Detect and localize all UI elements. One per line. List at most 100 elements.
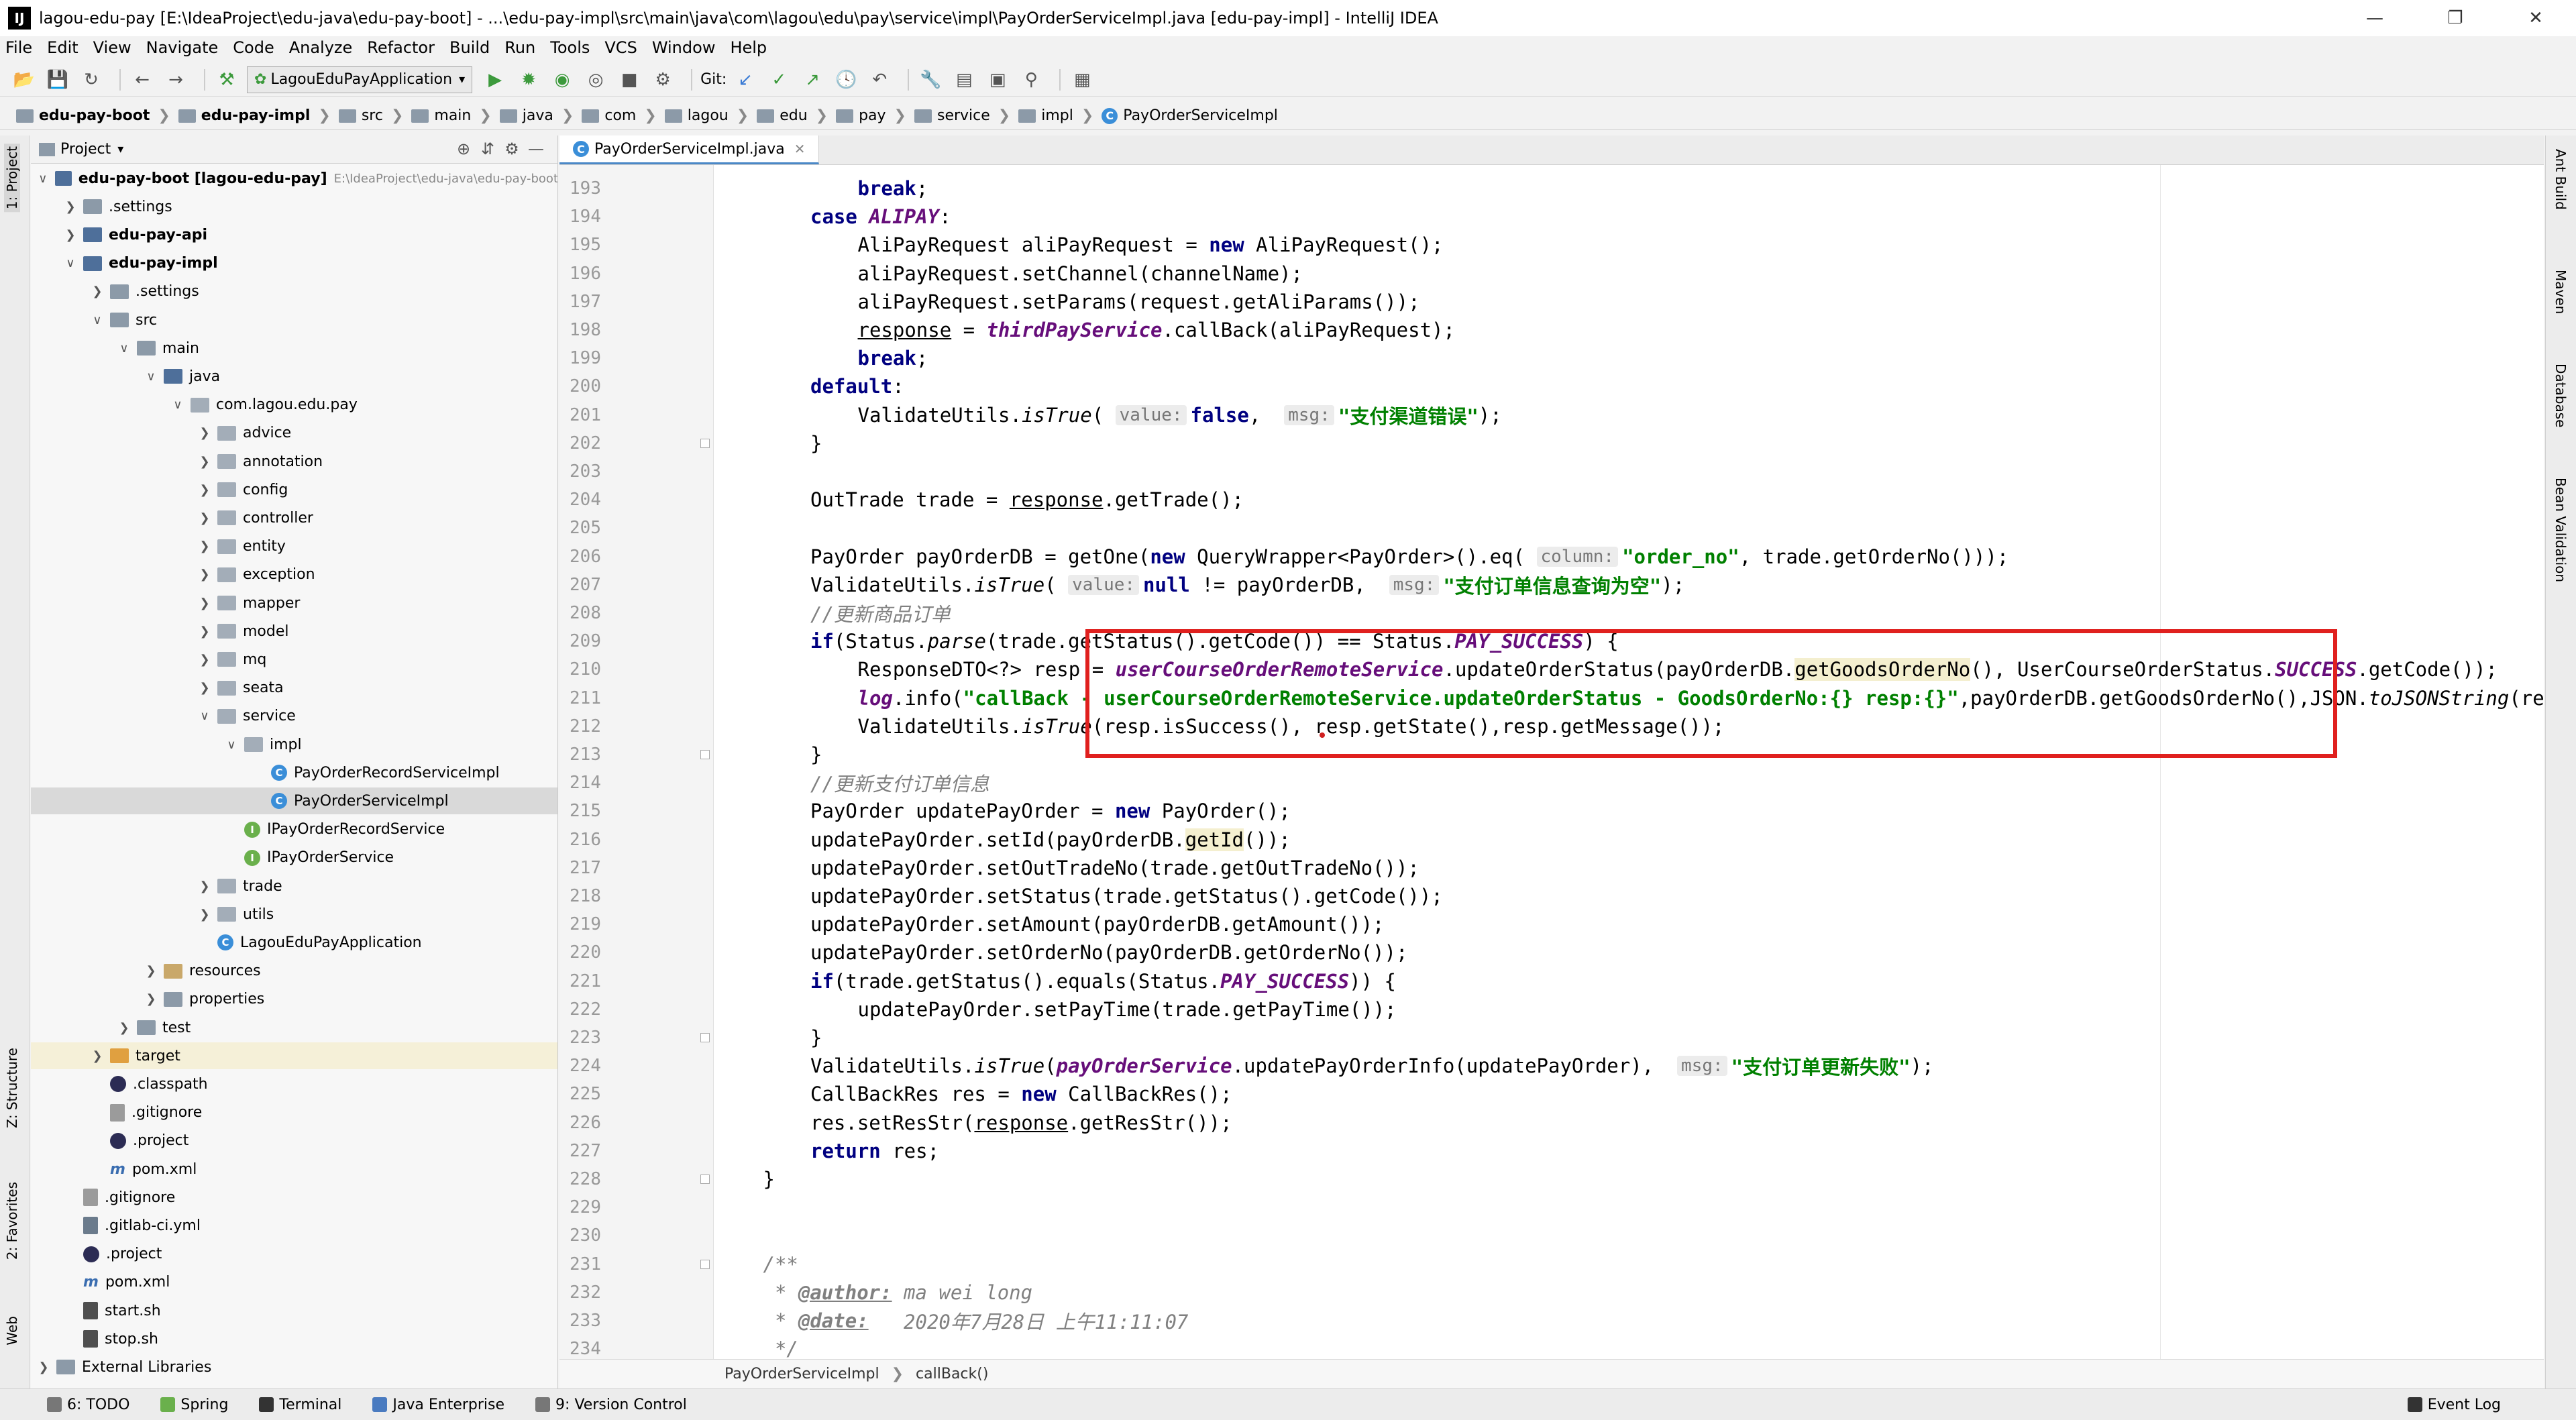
open-folder-icon[interactable]: 📂	[11, 66, 38, 93]
tab-project[interactable]: 1: Project	[4, 144, 20, 213]
breadcrumb-item-src[interactable]: src	[338, 107, 383, 124]
chevron-right-icon[interactable]: ❯	[197, 483, 212, 497]
chevron-right-icon[interactable]: ❯	[197, 511, 212, 525]
tab-web[interactable]: Web	[4, 1316, 20, 1346]
chevron-right-icon[interactable]: ❯	[197, 879, 212, 893]
tree-item-project[interactable]: .project	[31, 1241, 557, 1268]
locate-file-icon[interactable]: ⊕	[451, 140, 476, 158]
save-all-icon[interactable]: 💾	[44, 66, 71, 93]
chevron-right-icon[interactable]: ❯	[197, 908, 212, 922]
git-update-icon[interactable]: ↙	[732, 66, 759, 93]
tree-item-lagouedupayapplication[interactable]: C LagouEduPayApplication	[31, 929, 557, 956]
chevron-right-icon[interactable]: ❯	[36, 1360, 51, 1374]
breadcrumb-item-main[interactable]: main	[411, 107, 471, 124]
tree-item-src[interactable]: ∨ src	[31, 307, 557, 333]
code-fold-icon[interactable]	[700, 1175, 710, 1184]
hide-panel-icon[interactable]: —	[524, 140, 548, 158]
chevron-down-icon[interactable]: ∨	[36, 172, 50, 186]
tree-item-ipayorderservice[interactable]: I IPayOrderService	[31, 844, 557, 871]
editor-breadcrumb-callback[interactable]: callBack()	[916, 1366, 988, 1382]
chevron-right-icon[interactable]: ❯	[197, 681, 212, 695]
tree-item-edu-pay-impl[interactable]: ∨ edu-pay-impl	[31, 250, 557, 277]
git-commit-icon[interactable]: ✓	[765, 66, 792, 93]
minimize-button[interactable]: —	[2334, 0, 2415, 36]
menu-edit[interactable]: Edit	[47, 38, 78, 57]
breadcrumb-item-edu-pay-boot[interactable]: edu-pay-boot	[16, 107, 150, 124]
coverage-icon[interactable]: ◉	[549, 66, 576, 93]
profile-icon[interactable]: ◎	[582, 66, 609, 93]
maximize-button[interactable]: ❐	[2415, 0, 2496, 36]
tree-item-gitignore[interactable]: .gitignore	[31, 1099, 557, 1126]
gear-icon[interactable]: ⚙	[500, 140, 524, 158]
chevron-down-icon[interactable]: ∨	[144, 370, 158, 384]
chevron-down-icon[interactable]: ∨	[63, 256, 78, 270]
menu-help[interactable]: Help	[730, 38, 767, 57]
project-panel-title[interactable]: Project	[60, 141, 111, 158]
chevron-down-icon[interactable]: ∨	[197, 709, 212, 723]
git-history-icon[interactable]: 🕓	[833, 66, 859, 93]
breadcrumb-item-com[interactable]: com	[582, 107, 636, 124]
chevron-right-icon[interactable]: ❯	[197, 653, 212, 667]
tree-item-pom-xml[interactable]: m pom.xml	[31, 1269, 557, 1296]
project-structure-icon[interactable]: ▤	[951, 66, 977, 93]
attach-debugger-icon[interactable]: ⚙	[649, 66, 676, 93]
code-fold-icon[interactable]	[700, 1033, 710, 1042]
synchronize-icon[interactable]: ↻	[78, 66, 105, 93]
chevron-down-icon[interactable]: ▾	[117, 142, 123, 156]
tree-item-edu-pay-api[interactable]: ❯ edu-pay-api	[31, 221, 557, 248]
menu-analyze[interactable]: Analyze	[289, 38, 353, 57]
status-tab-spring[interactable]: Spring	[160, 1397, 228, 1413]
tree-item-trade[interactable]: ❯ trade	[31, 873, 557, 899]
tree-item-edu-pay-boot-lagou-edu-pay[interactable]: ∨ edu-pay-boot [lagou-edu-pay] E:\IdeaProj…	[31, 165, 557, 192]
tree-item-java[interactable]: ∨ java	[31, 363, 557, 390]
search-icon[interactable]: ⚲	[1018, 66, 1044, 93]
tree-item-annotation[interactable]: ❯ annotation	[31, 448, 557, 475]
menu-window[interactable]: Window	[652, 38, 716, 57]
editor-tab-payorderserviceimpl[interactable]: C PayOrderServiceImpl.java ✕	[559, 135, 820, 164]
tree-item-payorderserviceimpl[interactable]: C PayOrderServiceImpl	[31, 787, 557, 815]
tree-item-mq[interactable]: ❯ mq	[31, 646, 557, 673]
build-hammer-icon[interactable]: ⚒	[213, 66, 240, 93]
debug-icon[interactable]: ✹	[515, 66, 542, 93]
tree-item-gitlab-ci-yml[interactable]: .gitlab-ci.yml	[31, 1212, 557, 1239]
terminal-window-icon[interactable]: ▣	[984, 66, 1011, 93]
tree-item-mapper[interactable]: ❯ mapper	[31, 590, 557, 616]
tree-item-ipayorderrecordservice[interactable]: I IPayOrderRecordService	[31, 816, 557, 843]
tab-database[interactable]: Database	[2553, 364, 2569, 427]
tree-item-com-lagou-edu-pay[interactable]: ∨ com.lagou.edu.pay	[31, 392, 557, 419]
tab-bean-validation[interactable]: Bean Validation	[2553, 478, 2569, 582]
menu-tools[interactable]: Tools	[550, 38, 590, 57]
tree-item-properties[interactable]: ❯ properties	[31, 986, 557, 1013]
chevron-right-icon[interactable]: ❯	[197, 455, 212, 469]
tree-item-gitignore[interactable]: .gitignore	[31, 1184, 557, 1211]
menu-navigate[interactable]: Navigate	[146, 38, 219, 57]
chevron-down-icon[interactable]: ∨	[90, 313, 105, 327]
menu-file[interactable]: File	[5, 38, 32, 57]
chevron-down-icon[interactable]: ∨	[117, 341, 131, 356]
tab-ant-build[interactable]: Ant Build	[2553, 149, 2569, 210]
git-rollback-icon[interactable]: ↶	[866, 66, 893, 93]
tree-item-service[interactable]: ∨ service	[31, 703, 557, 730]
chevron-right-icon[interactable]: ❯	[197, 596, 212, 610]
run-configuration-select[interactable]: ✿ LagouEduPayApplication ▾	[247, 66, 473, 93]
tree-item-entity[interactable]: ❯ entity	[31, 533, 557, 560]
close-button[interactable]: ✕	[2496, 0, 2576, 36]
breadcrumb-item-edu[interactable]: edu	[757, 107, 808, 124]
menu-refactor[interactable]: Refactor	[367, 38, 435, 57]
tree-item-external-libraries[interactable]: ❯ External Libraries	[31, 1354, 557, 1380]
tree-item-settings[interactable]: ❯ .settings	[31, 193, 557, 220]
editor-breadcrumb-payorderserviceimpl[interactable]: PayOrderServiceImpl	[724, 1366, 879, 1382]
breadcrumb-item-service[interactable]: service	[914, 107, 990, 124]
tree-item-test[interactable]: ❯ test	[31, 1014, 557, 1041]
code-fold-icon[interactable]	[700, 438, 710, 448]
menu-code[interactable]: Code	[233, 38, 274, 57]
tree-item-exception[interactable]: ❯ exception	[31, 561, 557, 588]
breadcrumb-item-java[interactable]: java	[499, 107, 553, 124]
tree-item-settings[interactable]: ❯ .settings	[31, 278, 557, 305]
tab-structure[interactable]: Z: Structure	[4, 1048, 20, 1128]
tree-item-classpath[interactable]: .classpath	[31, 1071, 557, 1097]
tree-item-resources[interactable]: ❯ resources	[31, 958, 557, 985]
git-push-icon[interactable]: ↗	[799, 66, 826, 93]
breadcrumb-item-lagou[interactable]: lagou	[664, 107, 729, 124]
tree-item-impl[interactable]: ∨ impl	[31, 731, 557, 758]
